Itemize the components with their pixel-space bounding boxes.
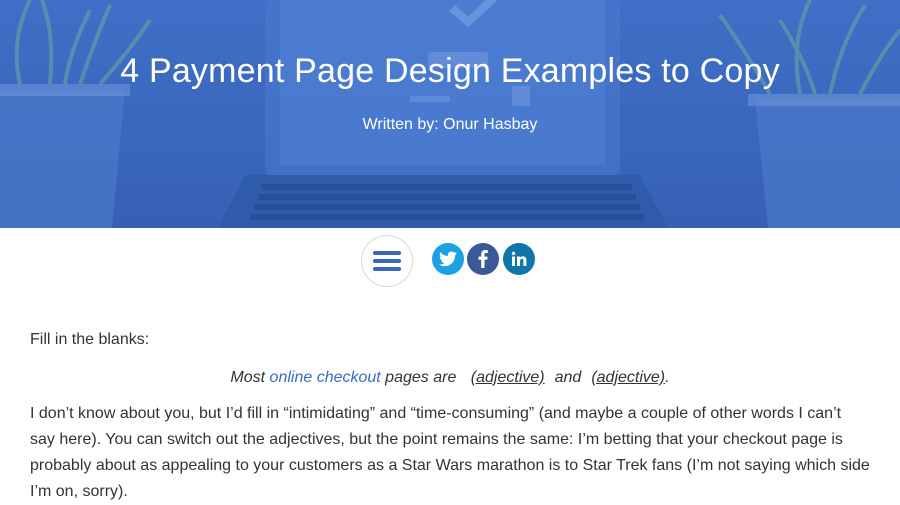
prompt-middle: pages are [380, 369, 461, 386]
body-paragraph: I don’t know about you, but I’d fill in … [30, 405, 870, 500]
twitter-share-button[interactable] [432, 243, 464, 275]
twitter-icon [439, 251, 457, 267]
online-checkout-link[interactable]: online checkout [270, 369, 381, 386]
hamburger-icon [373, 251, 401, 271]
prompt-and: and [554, 369, 582, 386]
hero-banner: 4 Payment Page Design Examples to Copy W… [0, 0, 900, 228]
article-body: Fill in the blanks: Most online checkout… [30, 327, 870, 505]
hero-background-image [0, 0, 900, 228]
prompt-suffix: . [665, 369, 670, 386]
linkedin-icon [511, 251, 527, 266]
prompt-prefix: Most [230, 369, 270, 386]
blank-adjective-1: (adjective) [470, 369, 545, 386]
page-title: 4 Payment Page Design Examples to Copy [120, 52, 780, 90]
blank-adjective-2: (adjective) [591, 369, 666, 386]
author-line: Written by: Onur Hasbay [362, 116, 538, 133]
linkedin-share-button[interactable] [503, 243, 535, 275]
intro-text: Fill in the blanks: [30, 331, 150, 348]
facebook-icon [478, 250, 488, 268]
facebook-share-button[interactable] [467, 243, 499, 275]
fill-in-prompt: Most online checkout pages are (adjectiv… [30, 365, 870, 391]
menu-button[interactable] [361, 235, 413, 287]
